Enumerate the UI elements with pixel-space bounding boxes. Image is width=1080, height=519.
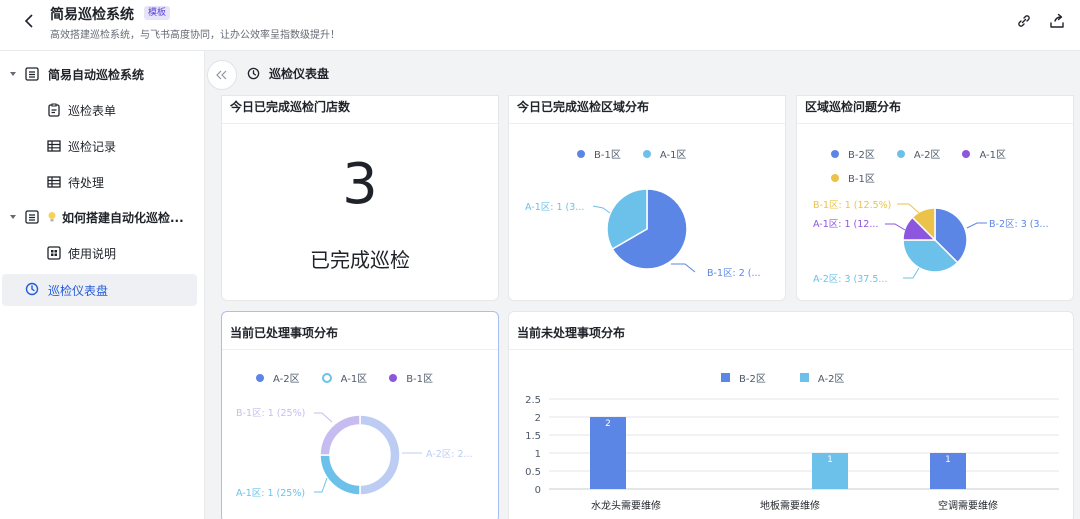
region-done-card[interactable]: 今日已完成巡检区域分布 B-1区 A-1区 B-1区: 2 (... A-1区: … (508, 95, 786, 301)
sidebar-item-label: 如何搭建自动化巡检... (62, 210, 184, 225)
sidebar-item-label: 待处理 (68, 175, 105, 190)
pie-label-line (903, 267, 920, 279)
region-issues-pie-chart: B-2区: 3 (3... A-2区: 3 (37.5... A-1区: 1 (12… (813, 200, 1049, 285)
pie-label-line (897, 203, 920, 214)
content-topbar: 巡检仪表盘 (205, 51, 1080, 95)
pie-data-label: A-2区: 2... (426, 449, 473, 460)
pie-data-label: B-1区: 1 (25%) (236, 408, 305, 419)
card-title: 今日已完成巡检门店数 (230, 100, 351, 114)
stores-done-value: 3 (342, 152, 378, 217)
lightbulb-icon (48, 212, 56, 222)
bar-value-label: 2 (605, 419, 611, 429)
collapse-sidebar-button[interactable] (207, 60, 237, 90)
unprocessed-card[interactable]: 当前未处理事项分布 B-2区 A-2区 0 0.5 1 1.5 2 2.5 2 水龙头需要维修… (508, 311, 1074, 519)
app-description: 高效搭建巡检系统，与飞书高度协同，让办公效率呈指数级提升！ (50, 30, 340, 41)
pie-data-label: B-1区: 1 (12.5%) (813, 200, 891, 211)
region-issues-card[interactable]: 区域巡检问题分布 B-2区 A-2区 A-1区 B-1区 B-2区: 3 (3.… (796, 95, 1074, 301)
pie-label-line (314, 412, 333, 423)
app-header: 简易巡检系统 模板 高效搭建巡检系统，与飞书高度协同，让办公效率呈指数级提升！ (0, 0, 1080, 51)
x-tick-label: 空调需要维修 (938, 499, 998, 512)
y-tick-label: 1.5 (525, 431, 541, 442)
back-button[interactable] (18, 10, 40, 32)
pie-data-label: A-1区: 1 (3... (525, 202, 584, 213)
pie-data-label: A-2区: 3 (37.5... (813, 274, 887, 285)
x-tick-label: 水龙头需要维修 (591, 499, 661, 512)
chevron-left-icon (24, 14, 33, 28)
grid-table-icon (47, 176, 61, 188)
sidebar-item-dashboard[interactable]: 巡检仪表盘 (2, 274, 197, 306)
pie-slice-A-1区[interactable] (319, 454, 361, 496)
form-icon (48, 103, 60, 117)
pie-label-line (314, 477, 328, 493)
sidebar-item-guide-doc[interactable]: 如何搭建自动化巡检... (0, 201, 205, 233)
table-icon (25, 67, 39, 81)
processed-card[interactable]: 当前已处理事项分布 A-2区 A-1区 B-1区 A-2区: 2... A-1区:… (221, 311, 499, 519)
pie-label-line (592, 205, 611, 214)
double-chevron-left-icon (216, 70, 227, 80)
sidebar: 简易自动巡检系统 巡检表单 巡检记录 待处理 如何搭建自动化巡检... 使用说明… (0, 51, 205, 519)
pie-data-label: B-1区: 2 (... (707, 268, 761, 279)
region-done-pie-chart: B-1区: 2 (... A-1区: 1 (3... (525, 188, 761, 279)
caret-down-icon[interactable] (9, 70, 17, 78)
clock-gauge-icon (25, 282, 39, 296)
sidebar-item-label: 简易自动巡检系统 (48, 67, 145, 82)
sidebar-item-pending[interactable]: 待处理 (0, 166, 205, 198)
card-divider (222, 123, 498, 124)
y-tick-label: 0.5 (525, 467, 541, 478)
page-title: 巡检仪表盘 (269, 67, 330, 81)
pie-label-line (671, 263, 696, 273)
pie-data-label: B-2区: 3 (3... (989, 219, 1049, 230)
template-badge: 模板 (144, 6, 171, 20)
app-title: 简易巡检系统 (50, 7, 134, 23)
link-icon[interactable] (1015, 12, 1033, 30)
grid-table-icon (47, 140, 61, 152)
sidebar-item-records[interactable]: 巡检记录 (0, 130, 205, 162)
sidebar-item-manual[interactable]: 使用说明 (0, 237, 205, 269)
y-tick-label: 2 (535, 413, 541, 424)
unprocessed-bar-chart: 0 0.5 1 1.5 2 2.5 2 水龙头需要维修 1 地板需要维修 1 空调需要维修 (525, 395, 1059, 512)
sidebar-item-label: 巡检记录 (68, 139, 117, 154)
pie-slice-B-1区[interactable] (319, 414, 361, 456)
caret-down-icon[interactable] (9, 213, 17, 221)
pie-data-label: A-1区: 1 (25%) (236, 488, 305, 499)
stores-done-card[interactable]: 今日已完成巡检门店数 3 已完成巡检 (221, 95, 499, 301)
sidebar-item-system[interactable]: 简易自动巡检系统 (0, 58, 205, 90)
main-content: 巡检仪表盘 今日已完成巡检门店数 3 已完成巡检 今日已完成巡检区域分布 B-1… (205, 51, 1080, 519)
y-tick-label: 0 (535, 485, 541, 496)
sidebar-item-label: 巡检仪表盘 (48, 283, 109, 298)
y-tick-label: 2.5 (525, 395, 541, 406)
pie-label-line (885, 223, 906, 231)
sidebar-item-label: 使用说明 (68, 246, 117, 261)
share-icon[interactable] (1048, 12, 1066, 30)
stores-done-label: 已完成巡检 (310, 248, 410, 272)
pie-label-line (966, 222, 987, 229)
clock-gauge-icon (247, 67, 260, 80)
bar-value-label: 1 (827, 455, 833, 465)
table-icon (25, 210, 39, 224)
sidebar-item-form[interactable]: 巡检表单 (0, 94, 205, 126)
y-tick-label: 1 (535, 449, 541, 460)
pie-slice-A-2区[interactable] (359, 414, 401, 496)
processed-donut-chart: A-2区: 2... A-1区: 1 (25%) B-1区: 1 (25%) (236, 408, 473, 499)
sidebar-item-label: 巡检表单 (68, 103, 117, 118)
bar-value-label: 1 (945, 455, 951, 465)
dashboard-icon (47, 246, 61, 260)
pie-data-label: A-1区: 1 (12... (813, 219, 878, 230)
x-tick-label: 地板需要维修 (760, 499, 820, 512)
